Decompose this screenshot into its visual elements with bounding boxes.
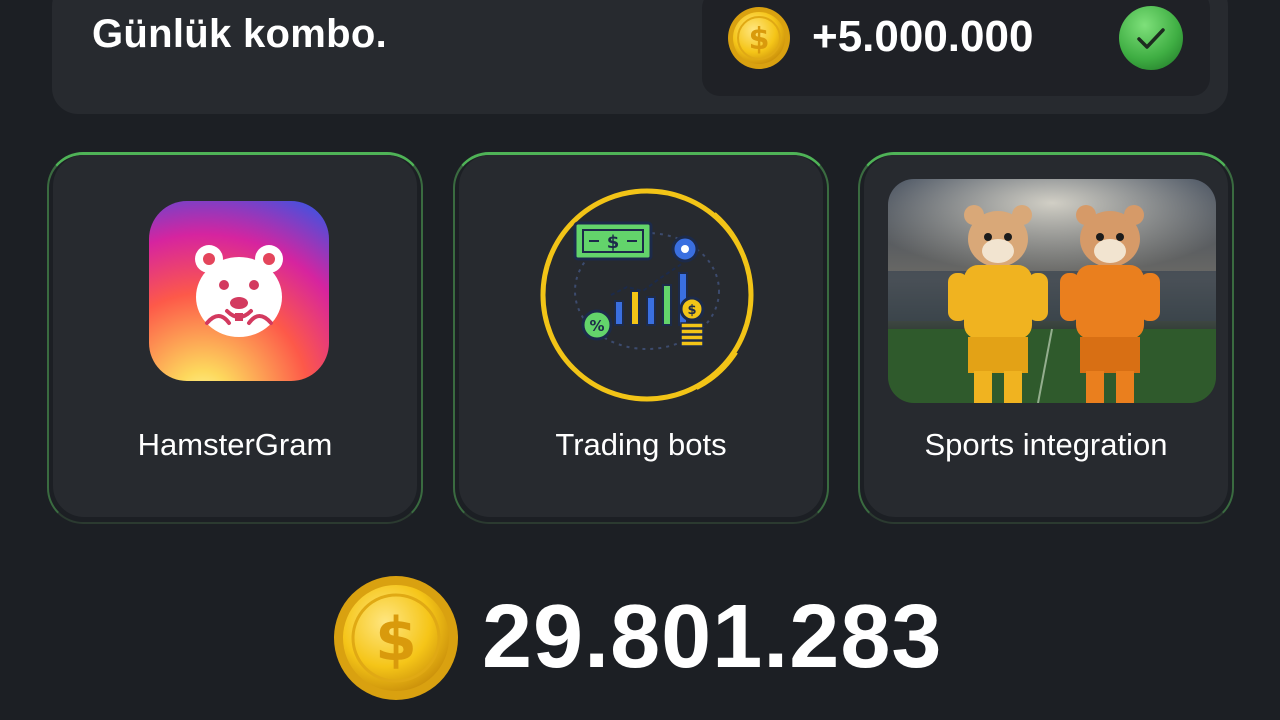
coin-icon: $	[334, 576, 458, 700]
check-icon	[1119, 6, 1183, 70]
coin-icon: $	[728, 7, 790, 69]
svg-text:$: $	[375, 605, 417, 675]
hamster-app-icon	[149, 201, 329, 381]
hamsters-football-image	[888, 179, 1216, 403]
card-label-sports-integration: Sports integration	[924, 427, 1168, 462]
trading-chart-icon: $ % $	[540, 188, 754, 402]
card-label-trading-bots: Trading bots	[555, 427, 727, 462]
svg-text:%: %	[589, 317, 604, 335]
daily-combo-title: Günlük kombo.	[92, 12, 388, 56]
combo-reward-amount: +5.000.000	[812, 12, 1034, 61]
combo-card-sports-integration[interactable]: Sports integration	[861, 152, 1231, 520]
coin-balance: 29.801.283	[482, 587, 943, 687]
combo-card-hamstergram[interactable]: HamsterGram	[50, 152, 420, 520]
card-label-hamstergram: HamsterGram	[137, 427, 333, 462]
combo-card-trading-bots[interactable]: $ % $ Trading bots	[456, 152, 826, 520]
svg-text:$: $	[607, 232, 620, 253]
svg-text:$: $	[687, 303, 696, 318]
daily-combo-screen: Günlük kombo. $ +5.000.000 HamsterGram $…	[0, 0, 1280, 720]
svg-text:$: $	[749, 22, 770, 57]
